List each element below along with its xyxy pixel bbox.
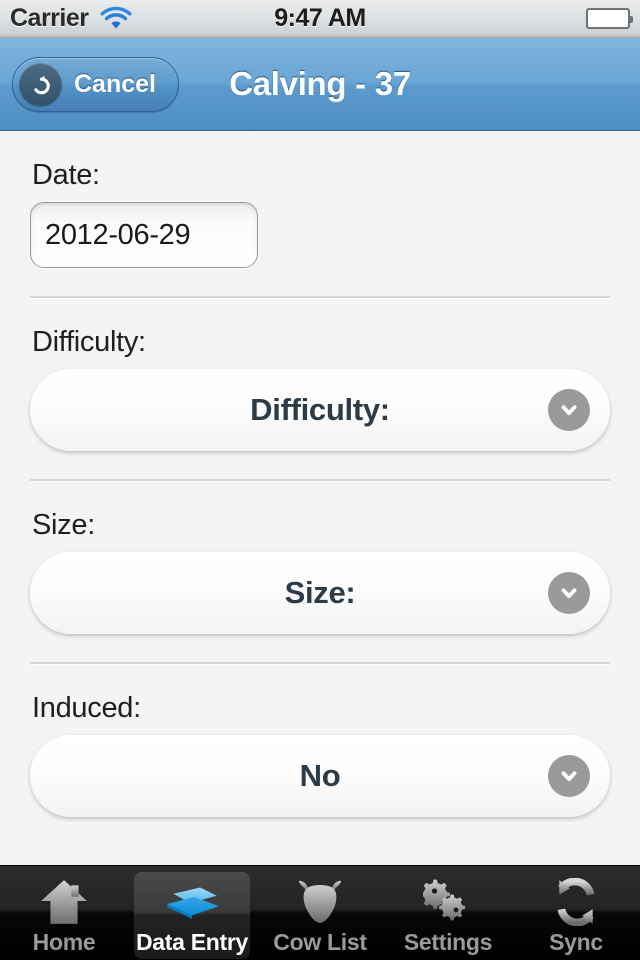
difficulty-select[interactable]: Difficulty: — [30, 369, 610, 451]
cancel-button-label: Cancel — [74, 69, 156, 98]
stacked-papers-icon — [163, 876, 221, 928]
tab-data-entry[interactable]: Data Entry — [128, 866, 256, 960]
induced-select-value: No — [299, 758, 341, 793]
house-icon — [39, 876, 89, 928]
cancel-button[interactable]: Cancel — [12, 56, 179, 112]
field-size: Size: Size: — [0, 481, 640, 634]
chevron-down-icon[interactable] — [548, 572, 590, 614]
field-label-induced: Induced: — [32, 692, 141, 724]
carrier-label: Carrier — [10, 4, 89, 32]
status-bar-clock: 9:47 AM — [274, 4, 366, 32]
induced-select[interactable]: No — [30, 735, 610, 817]
tab-label-data-entry: Data Entry — [135, 929, 249, 955]
date-input[interactable]: 2012-06-29 — [30, 202, 258, 268]
chevron-down-icon[interactable] — [548, 389, 590, 431]
tab-label-sync: Sync — [549, 929, 603, 955]
chevron-down-icon[interactable] — [548, 755, 590, 797]
field-label-difficulty: Difficulty: — [32, 326, 146, 358]
tab-home[interactable]: Home — [0, 866, 128, 960]
gears-icon — [423, 876, 473, 928]
undo-arrow-icon — [19, 62, 62, 106]
field-difficulty: Difficulty: Difficulty: — [0, 298, 640, 451]
battery-icon — [586, 8, 633, 29]
navigation-bar: Cancel Calving - 37 — [0, 38, 640, 131]
sync-refresh-icon — [551, 876, 601, 928]
tab-label-cow-list: Cow List — [273, 929, 367, 955]
tab-sync[interactable]: Sync — [512, 866, 640, 960]
cow-head-icon — [293, 876, 347, 928]
field-label-date: Date: — [32, 159, 100, 191]
field-date: Date: 2012-06-29 — [0, 131, 640, 268]
tab-bar: Home Data Entry Cow List Settings Sync — [0, 865, 640, 960]
difficulty-select-value: Difficulty: — [250, 392, 390, 427]
status-bar: Carrier 9:47 AM — [0, 0, 640, 38]
size-select[interactable]: Size: — [30, 552, 610, 634]
field-label-size: Size: — [32, 509, 95, 541]
size-select-value: Size: — [284, 575, 356, 610]
wifi-icon — [99, 6, 133, 32]
tab-label-settings: Settings — [403, 929, 493, 955]
tab-label-home: Home — [32, 929, 96, 955]
form-content: Date: 2012-06-29 Difficulty: Difficulty:… — [0, 131, 640, 960]
tab-cow-list[interactable]: Cow List — [256, 866, 384, 960]
field-induced: Induced: No — [0, 664, 640, 817]
tab-settings[interactable]: Settings — [384, 866, 512, 960]
